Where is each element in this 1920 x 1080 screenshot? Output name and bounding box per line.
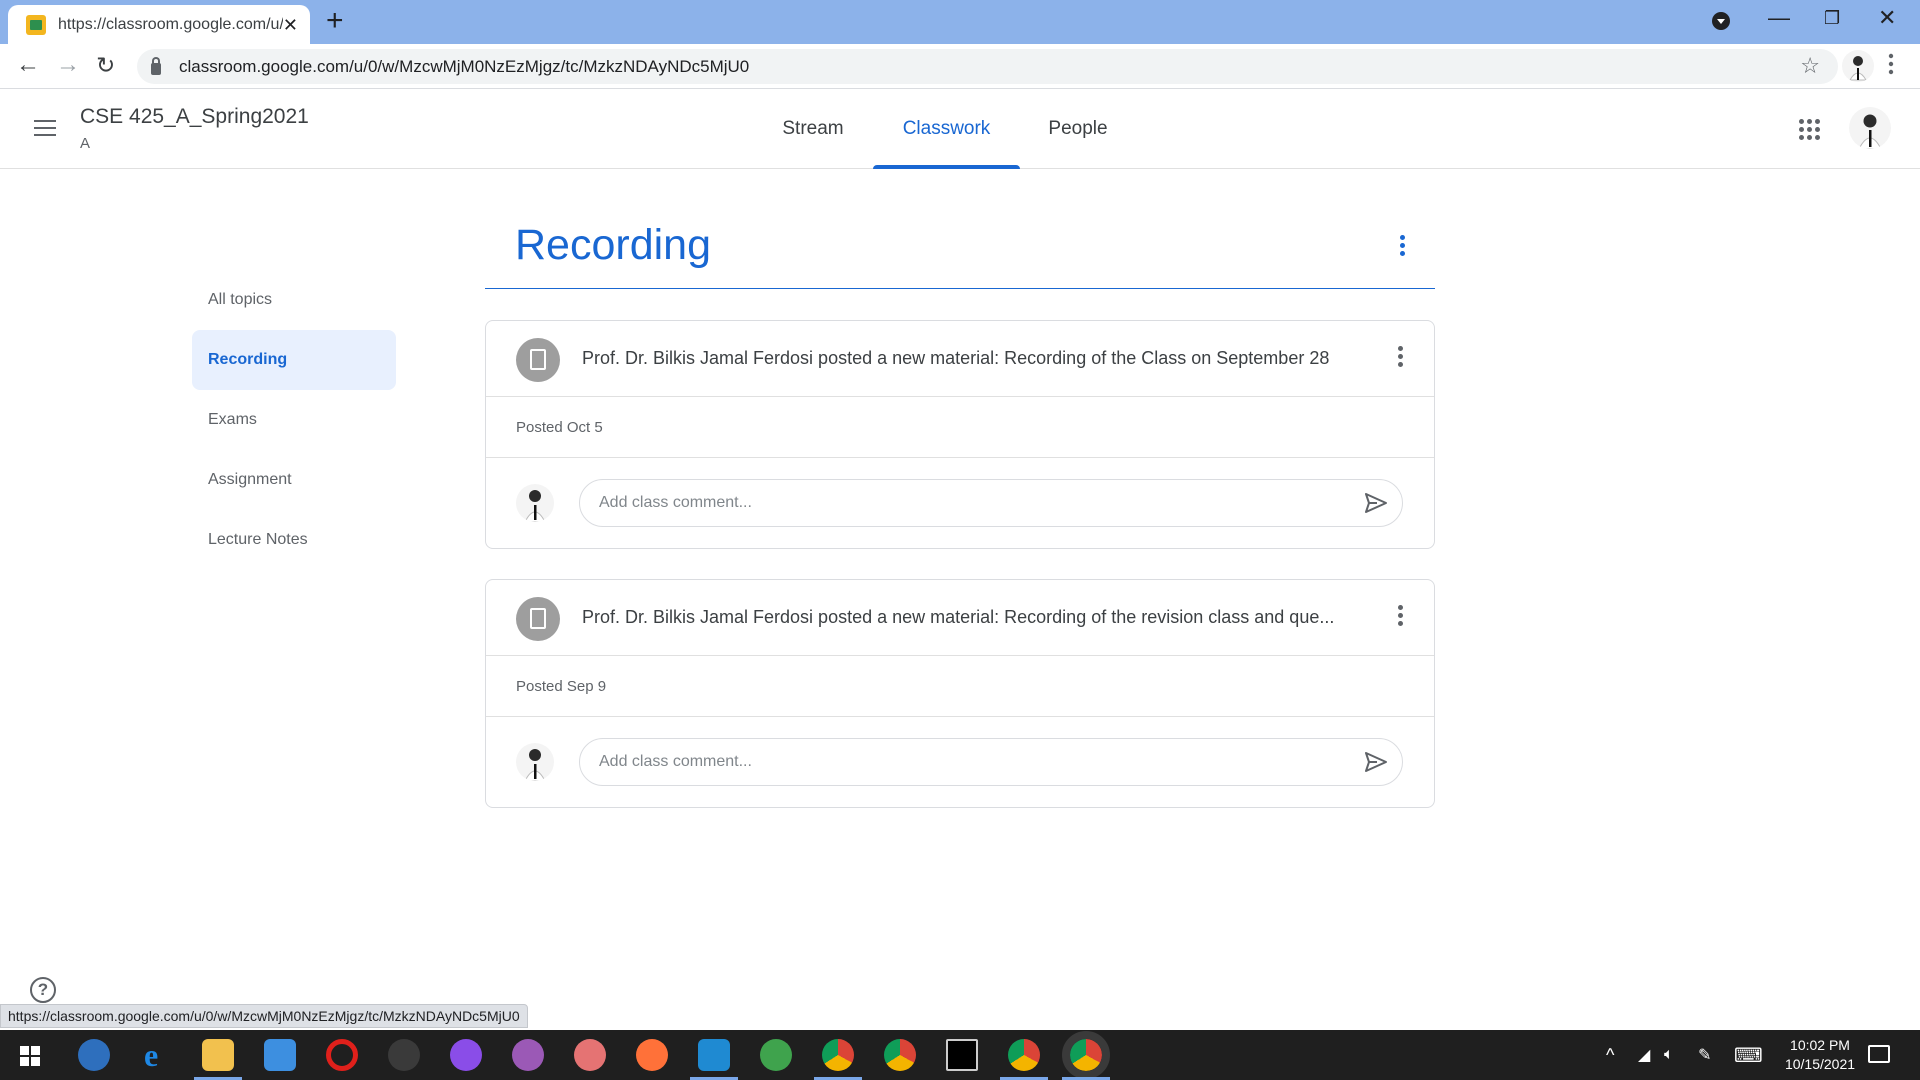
back-icon[interactable]: ← (16, 50, 40, 80)
tab-stream[interactable]: Stream (767, 89, 859, 169)
help-icon[interactable]: ? (30, 977, 56, 1003)
topic-all-topics[interactable]: All topics (192, 270, 396, 330)
new-tab-button[interactable]: + (326, 6, 344, 36)
restore-icon[interactable]: ❐ (1824, 6, 1840, 30)
opera-icon[interactable] (326, 1039, 358, 1071)
material-icon (516, 338, 560, 382)
app-icon[interactable] (760, 1039, 792, 1071)
volume-icon[interactable]: 🔈︎ (1664, 1030, 1674, 1080)
material-card: Prof. Dr. Bilkis Jamal Ferdosi posted a … (485, 320, 1435, 549)
paint-icon[interactable] (574, 1039, 606, 1071)
material-title[interactable]: Prof. Dr. Bilkis Jamal Ferdosi posted a … (582, 348, 1362, 369)
pen-icon[interactable]: ✎ (1698, 1030, 1711, 1080)
send-icon[interactable] (1364, 751, 1388, 773)
chrome-icon[interactable] (884, 1039, 916, 1071)
material-card: Prof. Dr. Bilkis Jamal Ferdosi posted a … (485, 579, 1435, 808)
network-icon[interactable]: ◢ (1638, 1030, 1650, 1080)
windows-start-icon[interactable] (20, 1046, 40, 1066)
file-explorer-icon[interactable] (194, 1039, 242, 1080)
terminal-icon[interactable] (946, 1039, 978, 1071)
notifications-icon[interactable] (1868, 1045, 1890, 1063)
chrome-icon[interactable] (814, 1039, 862, 1080)
tab-classwork[interactable]: Classwork (873, 89, 1020, 169)
topic-exams[interactable]: Exams (192, 390, 396, 450)
person-icon (1849, 56, 1867, 81)
tab-search-icon[interactable] (1712, 12, 1730, 30)
comment-row (486, 458, 1434, 548)
class-comment-field[interactable] (579, 479, 1403, 527)
close-tab-icon[interactable]: ✕ (283, 16, 298, 34)
topic-recording[interactable]: Recording (192, 330, 396, 390)
classroom-favicon-icon (26, 14, 46, 35)
posted-date: Posted Sep 9 (486, 656, 1434, 717)
material-options-icon[interactable] (1398, 346, 1404, 370)
vscode-icon[interactable] (690, 1039, 738, 1080)
close-window-icon[interactable]: ✕ (1878, 6, 1896, 30)
posted-date: Posted Oct 5 (486, 397, 1434, 458)
chrome-profile-icon[interactable] (1000, 1039, 1048, 1080)
person-icon (1858, 114, 1882, 149)
person-icon (524, 490, 546, 522)
topic-lecture-notes[interactable]: Lecture Notes (192, 510, 396, 570)
firefox-icon[interactable] (636, 1039, 668, 1071)
edge-icon[interactable]: e (140, 1037, 172, 1073)
svg-text:e: e (144, 1039, 158, 1071)
topic-options-icon[interactable] (1400, 235, 1406, 259)
class-comment-field[interactable] (579, 738, 1403, 786)
minimize-icon[interactable]: — (1768, 6, 1790, 30)
tab-title: https://classroom.google.com/u/0/w/MzcwM… (58, 15, 283, 33)
messenger-icon[interactable] (450, 1039, 482, 1071)
topic-heading: Recording (515, 221, 711, 269)
browser-toolbar: ← → ↻ classroom.google.com/u/0/w/MzcwMjM… (0, 44, 1920, 89)
google-apps-icon[interactable] (1799, 119, 1821, 141)
material-header[interactable]: Prof. Dr. Bilkis Jamal Ferdosi posted a … (486, 580, 1434, 656)
mail-icon[interactable] (264, 1039, 296, 1071)
inkscape-icon[interactable] (388, 1039, 420, 1071)
material-title[interactable]: Prof. Dr. Bilkis Jamal Ferdosi posted a … (582, 607, 1362, 628)
material-options-icon[interactable] (1398, 605, 1404, 629)
person-icon (524, 749, 546, 781)
qbittorrent-icon[interactable] (78, 1039, 110, 1071)
bookmark-star-icon[interactable]: ☆ (1800, 53, 1820, 79)
material-header[interactable]: Prof. Dr. Bilkis Jamal Ferdosi posted a … (486, 321, 1434, 397)
topics-list: All topics Recording Exams Assignment Le… (192, 270, 396, 570)
forward-icon[interactable]: → (56, 50, 80, 80)
browser-menu-icon[interactable] (1888, 52, 1894, 81)
chrome-active-icon[interactable] (1062, 1031, 1110, 1080)
browser-tab-strip: https://classroom.google.com/u/0/w/MzcwM… (0, 0, 1920, 44)
account-avatar[interactable] (1849, 107, 1891, 149)
clock-time: 10:02 PM (1790, 1037, 1850, 1053)
lock-icon[interactable] (151, 56, 161, 75)
comment-row (486, 717, 1434, 807)
heading-divider (485, 288, 1435, 289)
profile-avatar[interactable] (1842, 50, 1874, 82)
class-nav-tabs: Stream Classwork People (0, 89, 1920, 169)
classroom-header: CSE 425_A_Spring2021 A Stream Classwork … (0, 89, 1920, 169)
topic-assignment[interactable]: Assignment (192, 450, 396, 510)
windows-taskbar: e ^ ◢ 🔈︎ ✎ ⌨ 10:02 PM 10/15/2021 (0, 1030, 1920, 1080)
github-desktop-icon[interactable] (512, 1039, 544, 1071)
system-clock[interactable]: 10:02 PM 10/15/2021 (1765, 1036, 1875, 1074)
tab-people[interactable]: People (1034, 89, 1122, 169)
commenter-avatar (516, 743, 554, 781)
commenter-avatar (516, 484, 554, 522)
clock-date: 10/15/2021 (1784, 1056, 1856, 1072)
address-bar[interactable]: classroom.google.com/u/0/w/MzcwMjM0NzEzM… (137, 49, 1838, 84)
class-comment-input[interactable] (599, 494, 1299, 512)
url-text[interactable]: classroom.google.com/u/0/w/MzcwMjM0NzEzM… (179, 57, 749, 77)
reload-icon[interactable]: ↻ (96, 50, 115, 80)
browser-tab[interactable]: https://classroom.google.com/u/0/w/MzcwM… (8, 5, 310, 44)
status-bar-url: https://classroom.google.com/u/0/w/MzcwM… (0, 1004, 528, 1028)
send-icon[interactable] (1364, 492, 1388, 514)
material-icon (516, 597, 560, 641)
show-hidden-icons-icon[interactable]: ^ (1606, 1030, 1614, 1080)
keyboard-icon[interactable]: ⌨ (1734, 1030, 1763, 1080)
class-comment-input[interactable] (599, 753, 1299, 771)
